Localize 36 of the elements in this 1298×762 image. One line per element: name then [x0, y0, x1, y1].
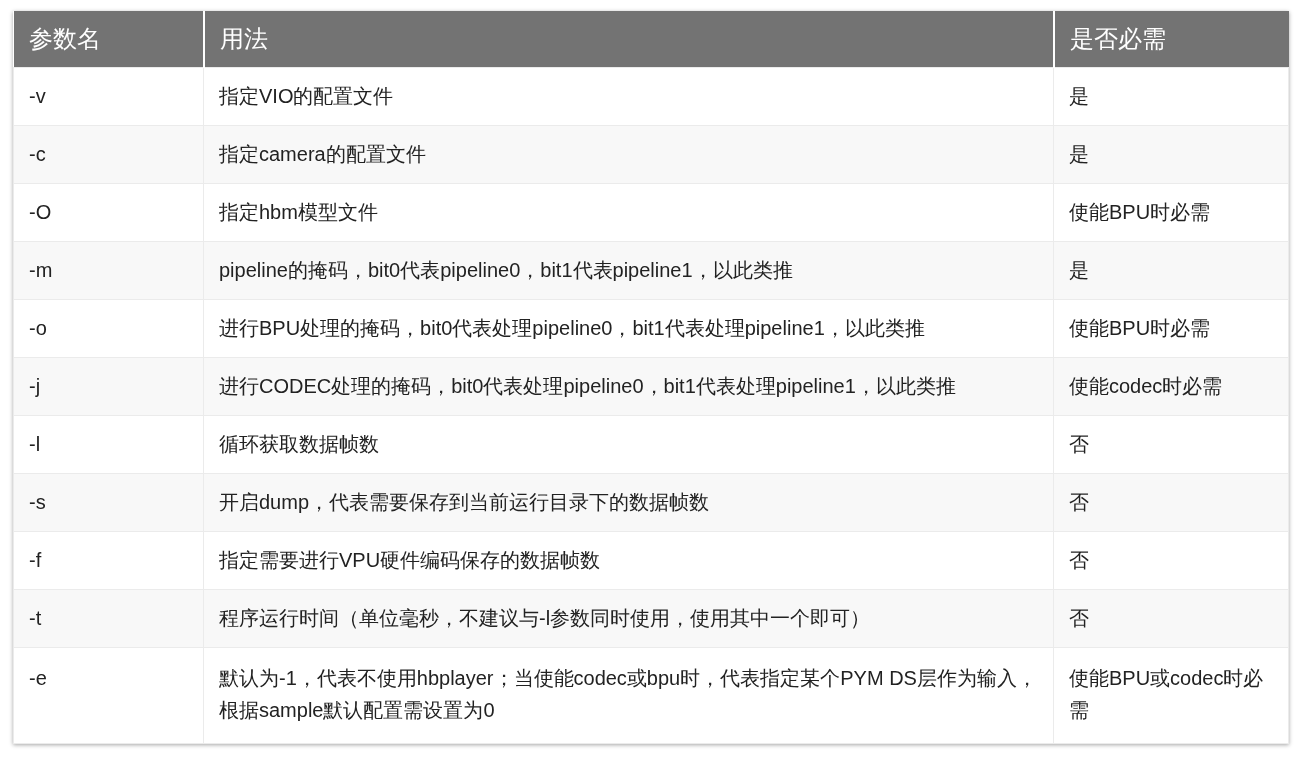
- column-header: 用法: [203, 11, 1054, 67]
- table-cell: 进行BPU处理的掩码，bit0代表处理pipeline0，bit1代表处理pipeline1，以此类推: [203, 299, 1054, 357]
- table-cell: 否: [1053, 473, 1289, 531]
- column-header: 参数名: [13, 11, 204, 67]
- table-cell: 否: [1053, 589, 1289, 647]
- table-cell: -c: [13, 125, 204, 183]
- table-cell: 程序运行时间（单位毫秒，不建议与-l参数同时使用，使用其中一个即可）: [203, 589, 1054, 647]
- table-cell: -l: [13, 415, 204, 473]
- table-cell: -v: [13, 67, 204, 125]
- table-cell: -j: [13, 357, 204, 415]
- table-cell: -t: [13, 589, 204, 647]
- table-cell: 否: [1053, 531, 1289, 589]
- table-cell: -s: [13, 473, 204, 531]
- table-cell: 开启dump，代表需要保存到当前运行目录下的数据帧数: [203, 473, 1054, 531]
- table-cell: 进行CODEC处理的掩码，bit0代表处理pipeline0，bit1代表处理pipeline1，以此类推: [203, 357, 1054, 415]
- table-cell: 是: [1053, 67, 1289, 125]
- table-cell: 默认为-1，代表不使用hbplayer；当使能codec或bpu时，代表指定某个PYM DS层作为输入，根据sample默认配置需设置为0: [203, 647, 1054, 743]
- table-cell: -O: [13, 183, 204, 241]
- table-cell: 指定camera的配置文件: [203, 125, 1054, 183]
- table-cell: 使能BPU时必需: [1053, 299, 1289, 357]
- table-cell: 使能BPU或codec时必需: [1053, 647, 1289, 743]
- table-cell: -m: [13, 241, 204, 299]
- table-cell: 是: [1053, 125, 1289, 183]
- table-cell: 使能codec时必需: [1053, 357, 1289, 415]
- table-cell: 使能BPU时必需: [1053, 183, 1289, 241]
- table-cell: -e: [13, 647, 204, 743]
- column-header: 是否必需: [1053, 11, 1289, 67]
- table-cell: 指定hbm模型文件: [203, 183, 1054, 241]
- table-cell: -o: [13, 299, 204, 357]
- table-cell: 循环获取数据帧数: [203, 415, 1054, 473]
- table-cell: -f: [13, 531, 204, 589]
- table-cell: pipeline的掩码，bit0代表pipeline0，bit1代表pipeline1，以此类推: [203, 241, 1054, 299]
- table-cell: 指定需要进行VPU硬件编码保存的数据帧数: [203, 531, 1054, 589]
- table-cell: 否: [1053, 415, 1289, 473]
- table-cell: 是: [1053, 241, 1289, 299]
- table-cell: 指定VIO的配置文件: [203, 67, 1054, 125]
